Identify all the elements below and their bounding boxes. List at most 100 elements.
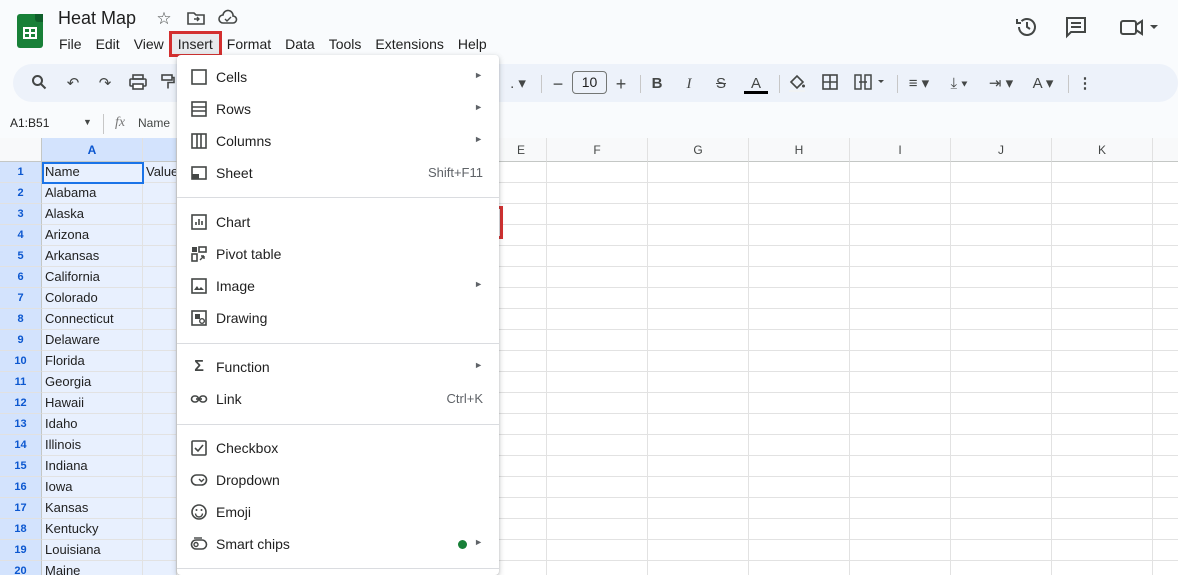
cell[interactable] [496,309,547,330]
row-header[interactable]: 20 [0,561,42,575]
cell[interactable] [648,477,749,498]
insert-pivot-table[interactable]: Pivot table [177,238,499,270]
cell[interactable] [850,372,951,393]
cell-name[interactable]: California [42,267,143,288]
cell[interactable] [951,351,1052,372]
cell-value[interactable] [143,351,177,372]
cell[interactable] [850,477,951,498]
cell[interactable] [1052,519,1153,540]
cell[interactable] [648,267,749,288]
cell-name[interactable]: Arizona [42,225,143,246]
star-icon[interactable]: ☆ [154,9,174,29]
column-header-g[interactable]: G [648,138,749,162]
cell[interactable] [648,519,749,540]
cell[interactable] [1153,225,1178,246]
cell[interactable] [1052,204,1153,225]
cell-name[interactable]: Name [42,162,143,183]
cell[interactable] [547,309,648,330]
cell-name[interactable]: Iowa [42,477,143,498]
cell[interactable] [1052,414,1153,435]
cell[interactable] [749,372,850,393]
cell-name[interactable]: Delaware [42,330,143,351]
cell-value[interactable] [143,204,177,225]
cell-value[interactable] [143,393,177,414]
insert-sheet[interactable]: Sheet Shift+F11 [177,157,499,189]
menu-extensions[interactable]: Extensions [368,33,450,55]
row-header[interactable]: 15 [0,456,42,477]
column-header-e[interactable]: E [496,138,547,162]
insert-rows[interactable]: Rows ► [177,93,499,125]
cell[interactable] [1153,204,1178,225]
cell[interactable] [951,519,1052,540]
cell[interactable] [547,414,648,435]
cell[interactable] [547,351,648,372]
cell[interactable] [951,246,1052,267]
cell[interactable] [749,561,850,575]
insert-drawing[interactable]: Drawing [177,302,499,334]
cell[interactable] [850,498,951,519]
cell[interactable] [1153,330,1178,351]
cell[interactable] [496,456,547,477]
cell-value[interactable] [143,246,177,267]
cell[interactable] [951,372,1052,393]
cell[interactable] [1052,540,1153,561]
cell-value[interactable] [143,519,177,540]
cell-name[interactable]: Colorado [42,288,143,309]
cell-name[interactable]: Illinois [42,435,143,456]
cell[interactable] [496,393,547,414]
cell[interactable] [749,435,850,456]
cell[interactable] [496,372,547,393]
cell[interactable] [547,435,648,456]
cell[interactable] [1052,330,1153,351]
cell[interactable] [547,561,648,575]
insert-chart[interactable]: Chart [177,206,499,238]
cell-value[interactable] [143,540,177,561]
cell[interactable] [749,183,850,204]
cell[interactable] [547,162,648,183]
cell[interactable] [951,456,1052,477]
cell[interactable] [648,288,749,309]
chevron-down-icon[interactable]: ▼ [83,117,92,127]
cell[interactable] [1153,519,1178,540]
cell[interactable] [1052,309,1153,330]
horizontal-align-icon[interactable]: ≡ ▾ [903,74,935,94]
cell[interactable] [496,351,547,372]
column-header-j[interactable]: J [951,138,1052,162]
cell-value[interactable] [143,498,177,519]
row-header[interactable]: 1 [0,162,42,183]
cell[interactable] [496,330,547,351]
cell[interactable] [749,477,850,498]
strikethrough-icon[interactable]: S [713,74,729,94]
cell[interactable] [648,351,749,372]
cell[interactable] [749,309,850,330]
menu-tools[interactable]: Tools [322,33,369,55]
insert-function[interactable]: Σ Function ► [177,351,499,383]
row-header[interactable]: 17 [0,498,42,519]
cell-name[interactable]: Hawaii [42,393,143,414]
cell[interactable] [648,162,749,183]
cell-value[interactable] [143,477,177,498]
menu-format[interactable]: Format [220,33,278,55]
cell[interactable] [1052,225,1153,246]
row-header[interactable]: 14 [0,435,42,456]
cell-name[interactable]: Louisiana [42,540,143,561]
meet-video-icon[interactable] [1118,14,1162,40]
cell[interactable] [951,393,1052,414]
cell[interactable] [547,372,648,393]
cell[interactable] [1052,372,1153,393]
cell[interactable] [951,309,1052,330]
cell[interactable] [1153,456,1178,477]
document-title[interactable]: Heat Map [58,8,136,29]
cell[interactable] [547,288,648,309]
cell[interactable] [749,288,850,309]
italic-icon[interactable]: I [681,74,697,94]
cell[interactable] [850,456,951,477]
cell[interactable] [496,435,547,456]
cell[interactable] [749,351,850,372]
vertical-align-icon[interactable]: ⤓ ▾ [943,74,975,94]
paint-format-icon[interactable] [159,74,177,94]
cell[interactable] [547,456,648,477]
text-wrapping-icon[interactable]: ⇥ ▾ [983,74,1019,94]
cell-value[interactable] [143,330,177,351]
cell[interactable] [1052,288,1153,309]
